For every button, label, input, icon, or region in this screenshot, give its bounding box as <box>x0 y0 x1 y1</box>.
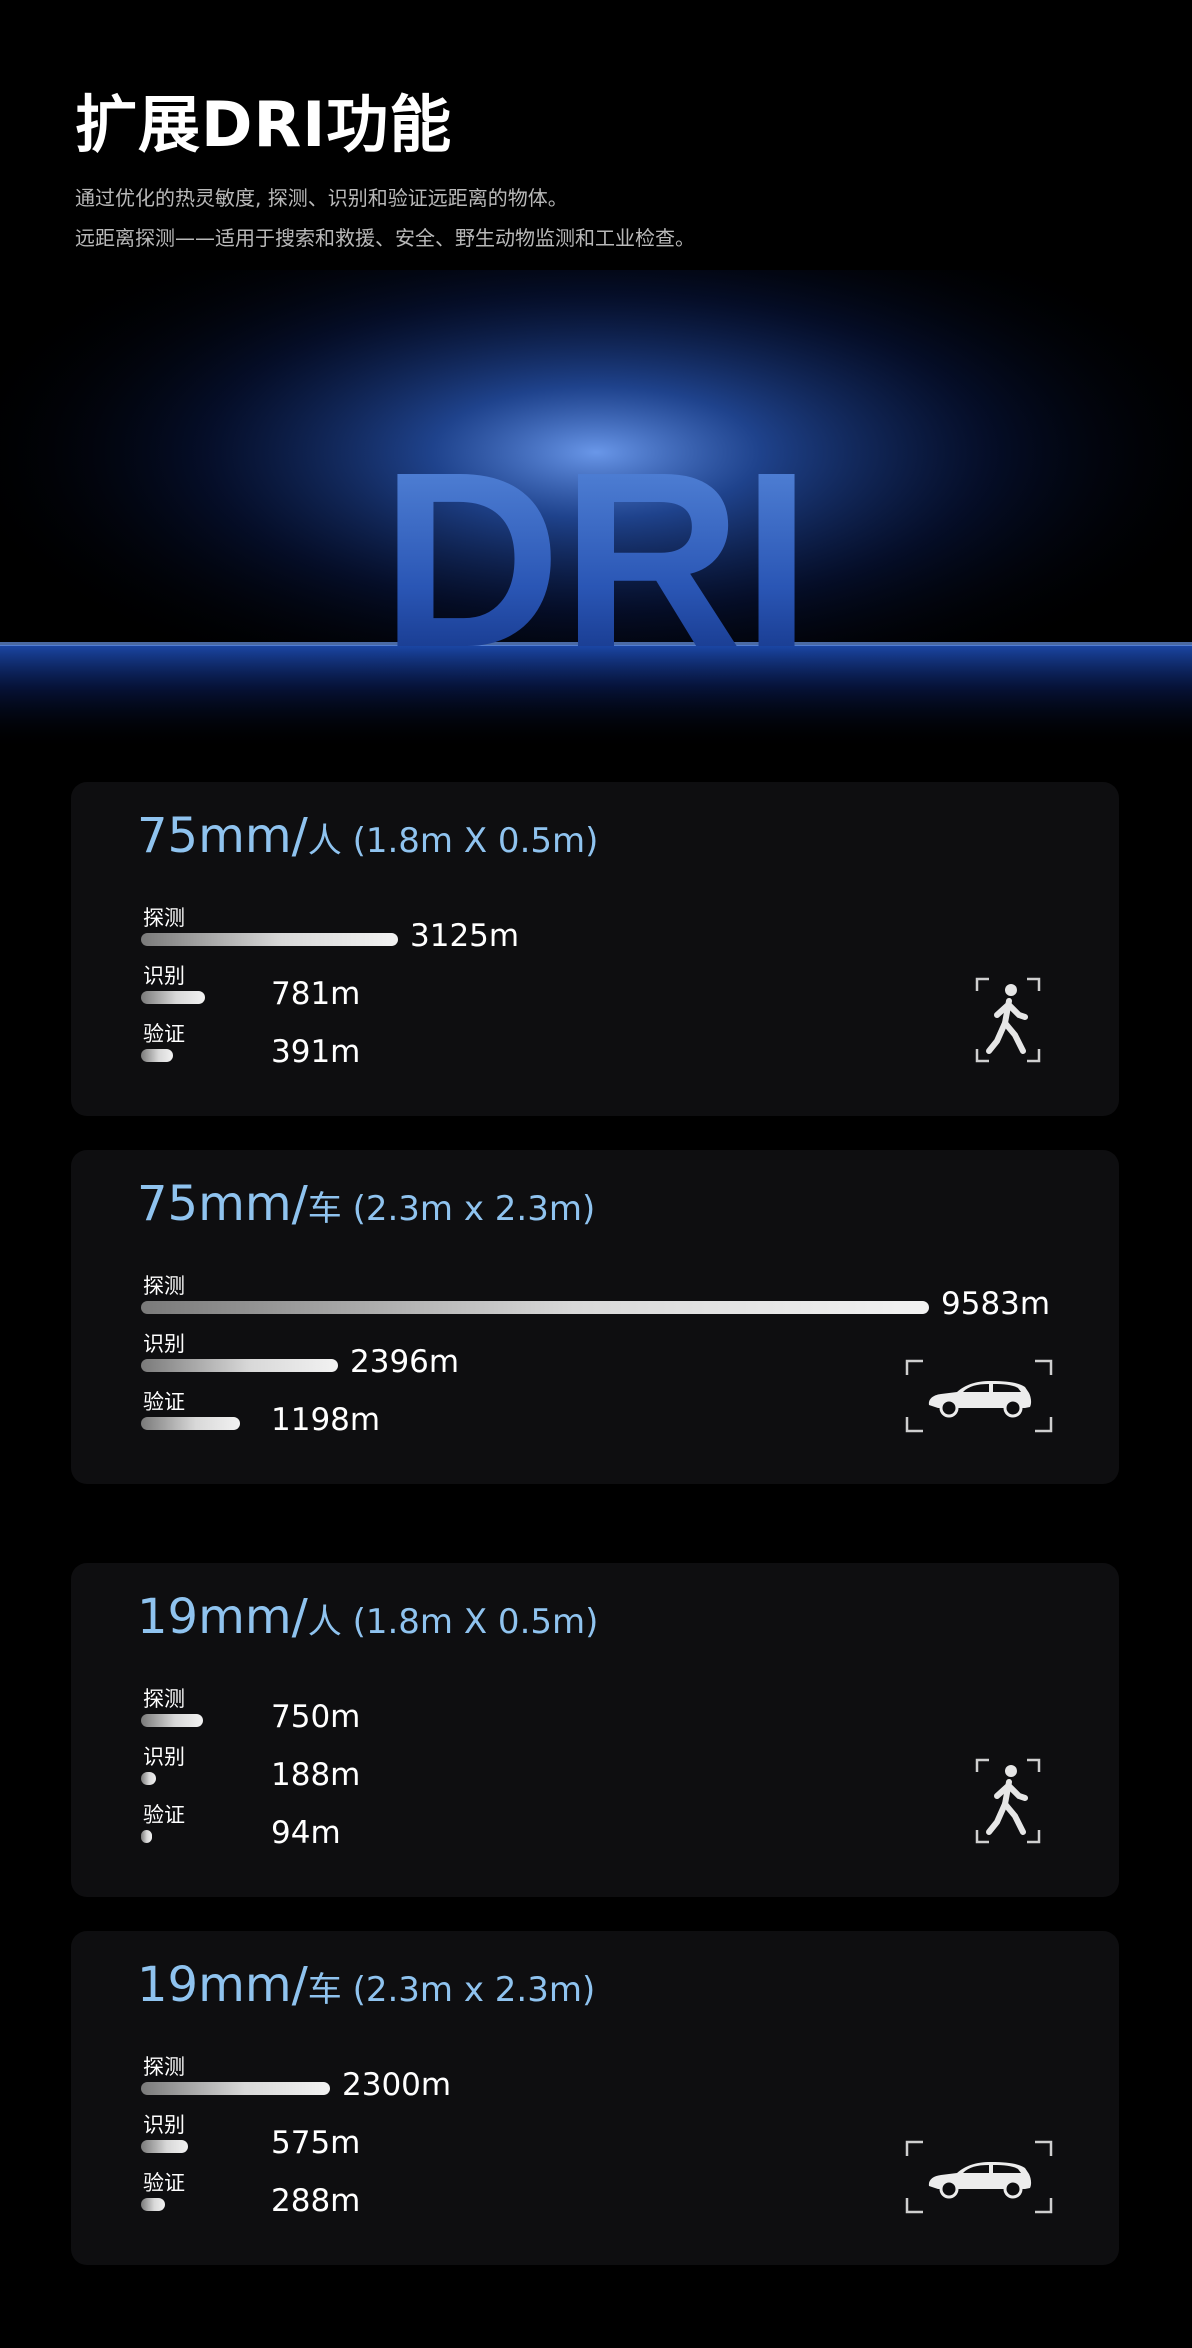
lens-label: 19mm/ <box>137 1957 308 2013</box>
metric-label: 探测 <box>143 1687 185 1711</box>
pedestrian-icon <box>975 977 1041 1063</box>
metric-label: 识别 <box>143 1332 185 1356</box>
range-bar <box>141 2140 188 2153</box>
range-bar <box>141 933 398 946</box>
card-heading: 19mm/人 (1.8m X 0.5m) <box>137 1589 598 1645</box>
subtitle-line-1: 通过优化的热灵敏度, 探测、识别和验证远距离的物体。 <box>75 186 568 210</box>
lens-label: 75mm/ <box>137 1176 308 1232</box>
pedestrian-icon <box>975 1758 1041 1844</box>
range-bar <box>141 991 205 1004</box>
metric-label: 识别 <box>143 964 185 988</box>
metric-value: 575m <box>271 2125 361 2161</box>
spec-card-2: 75mm/车 (2.3m x 2.3m) 探测 9583m 识别 2396m 验证 1198… <box>71 1150 1119 1484</box>
spec-card-4: 19mm/车 (2.3m x 2.3m) 探测 2300m 识别 575m 验证 288m <box>71 1931 1119 2265</box>
dimensions-label: (2.3m x 2.3m) <box>341 1970 596 2010</box>
dimensions-label: (2.3m x 2.3m) <box>341 1189 596 1229</box>
metric-value: 94m <box>271 1815 341 1851</box>
dri-hero-graphic: DRI <box>0 270 1192 750</box>
range-bar <box>141 1714 203 1727</box>
car-icon <box>905 2140 1053 2214</box>
lens-label: 19mm/ <box>137 1589 308 1645</box>
dimensions-label: (1.8m X 0.5m) <box>341 821 599 861</box>
metric-label: 验证 <box>143 2171 185 2195</box>
metric-value: 2300m <box>342 2067 452 2103</box>
spec-card-3: 19mm/人 (1.8m X 0.5m) 探测 750m 识别 188m 验证 94m <box>71 1563 1119 1897</box>
range-bar <box>141 1417 240 1430</box>
object-label: 人 <box>307 821 342 861</box>
car-icon <box>905 1359 1053 1433</box>
metric-value: 288m <box>271 2183 361 2219</box>
metric-label: 探测 <box>143 2055 185 2079</box>
metric-value: 781m <box>271 976 361 1012</box>
range-bar <box>141 1049 173 1062</box>
metric-label: 验证 <box>143 1803 185 1827</box>
metric-value: 2396m <box>350 1344 460 1380</box>
metric-label: 识别 <box>143 1745 185 1769</box>
metric-label: 验证 <box>143 1390 185 1414</box>
metric-label: 探测 <box>143 1274 185 1298</box>
range-bar <box>141 1772 156 1785</box>
metric-value: 1198m <box>271 1402 381 1438</box>
metric-label: 探测 <box>143 906 185 930</box>
lens-label: 75mm/ <box>137 808 308 864</box>
metric-value: 750m <box>271 1699 361 1735</box>
spec-card-1: 75mm/人 (1.8m X 0.5m) 探测 3125m 识别 781m 验证 391m <box>71 782 1119 1116</box>
card-heading: 19mm/车 (2.3m x 2.3m) <box>137 1957 595 2013</box>
metric-value: 188m <box>271 1757 361 1793</box>
metric-label: 验证 <box>143 1022 185 1046</box>
range-bar <box>141 1301 929 1314</box>
card-heading: 75mm/人 (1.8m X 0.5m) <box>137 808 598 864</box>
card-heading: 75mm/车 (2.3m x 2.3m) <box>137 1176 595 1232</box>
object-label: 人 <box>307 1602 342 1642</box>
dimensions-label: (1.8m X 0.5m) <box>341 1602 599 1642</box>
subtitle-line-2: 远距离探测——适用于搜索和救援、安全、野生动物监测和工业检查。 <box>75 226 695 250</box>
object-label: 车 <box>307 1970 342 2010</box>
hero-logo-text: DRI <box>381 420 812 699</box>
metric-value: 391m <box>271 1034 361 1070</box>
object-label: 车 <box>307 1189 342 1229</box>
range-bar <box>141 1830 152 1843</box>
metric-value: 3125m <box>410 918 520 954</box>
page-title: 扩展DRI功能 <box>75 88 453 161</box>
metric-value: 9583m <box>941 1286 1051 1322</box>
range-bar <box>141 2082 330 2095</box>
range-bar <box>141 1359 338 1372</box>
range-bar <box>141 2198 165 2211</box>
metric-label: 识别 <box>143 2113 185 2137</box>
